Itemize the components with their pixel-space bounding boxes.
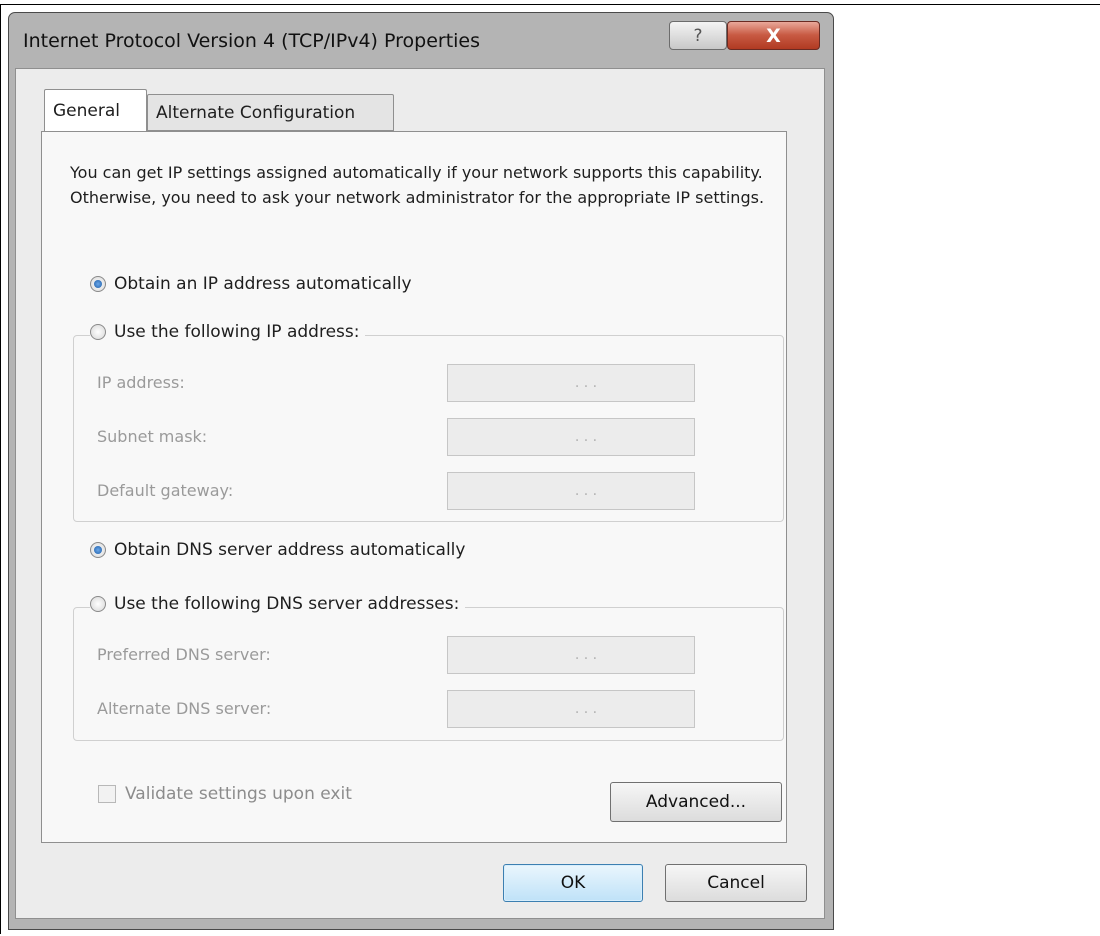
ip-address-label: IP address: — [97, 373, 185, 392]
use-following-ip-label: Use the following IP address: — [114, 322, 360, 342]
general-tab-panel: You can get IP settings assigned automat… — [41, 131, 787, 843]
subnet-mask-value: . . . — [574, 429, 598, 445]
alternate-dns-value: . . . — [574, 701, 598, 717]
tab-general[interactable]: General — [44, 89, 147, 131]
page-left-rule — [0, 4, 1, 934]
description-text: You can get IP settings assigned automat… — [70, 163, 765, 207]
tab-alternate-configuration[interactable]: Alternate Configuration — [147, 94, 394, 131]
obtain-dns-auto-radio[interactable]: Obtain DNS server address automatically — [90, 540, 472, 560]
ip-address-input[interactable]: . . . — [447, 364, 695, 402]
dialog-title: Internet Protocol Version 4 (TCP/IPv4) P… — [23, 30, 481, 52]
cancel-button[interactable]: Cancel — [665, 864, 807, 902]
advanced-button[interactable]: Advanced... — [610, 782, 782, 822]
close-icon: X — [766, 24, 781, 47]
ok-button[interactable]: OK — [503, 864, 643, 902]
default-gateway-value: . . . — [574, 483, 598, 499]
use-following-dns-radio[interactable]: Use the following DNS server addresses: — [90, 594, 466, 614]
use-following-dns-label: Use the following DNS server addresses: — [114, 594, 460, 614]
preferred-dns-input[interactable]: . . . — [447, 636, 695, 674]
help-button[interactable]: ? — [669, 21, 727, 50]
ipv4-properties-dialog: Internet Protocol Version 4 (TCP/IPv4) P… — [8, 12, 834, 930]
question-mark-icon: ? — [693, 25, 703, 46]
radio-selected-icon — [90, 276, 106, 292]
alternate-dns-label: Alternate DNS server: — [97, 699, 272, 718]
dialog-client-area: General Alternate Configuration You can … — [15, 68, 825, 919]
ip-address-value: . . . — [574, 375, 598, 391]
validate-settings-checkbox[interactable]: Validate settings upon exit — [98, 784, 352, 804]
subnet-mask-input[interactable]: . . . — [447, 418, 695, 456]
page-top-rule — [0, 4, 1100, 5]
radio-unselected-icon — [90, 324, 106, 340]
subnet-mask-label: Subnet mask: — [97, 427, 208, 446]
default-gateway-input[interactable]: . . . — [447, 472, 695, 510]
obtain-dns-auto-label: Obtain DNS server address automatically — [114, 540, 466, 560]
preferred-dns-value: . . . — [574, 647, 598, 663]
radio-unselected-icon — [90, 596, 106, 612]
default-gateway-label: Default gateway: — [97, 481, 234, 500]
validate-settings-label: Validate settings upon exit — [125, 784, 352, 804]
radio-selected-icon — [90, 542, 106, 558]
alternate-dns-input[interactable]: . . . — [447, 690, 695, 728]
obtain-ip-auto-label: Obtain an IP address automatically — [114, 274, 412, 294]
preferred-dns-label: Preferred DNS server: — [97, 645, 271, 664]
use-following-ip-radio[interactable]: Use the following IP address: — [90, 322, 366, 342]
close-button[interactable]: X — [727, 21, 820, 50]
obtain-ip-auto-radio[interactable]: Obtain an IP address automatically — [90, 274, 418, 294]
checkbox-box — [98, 785, 116, 803]
